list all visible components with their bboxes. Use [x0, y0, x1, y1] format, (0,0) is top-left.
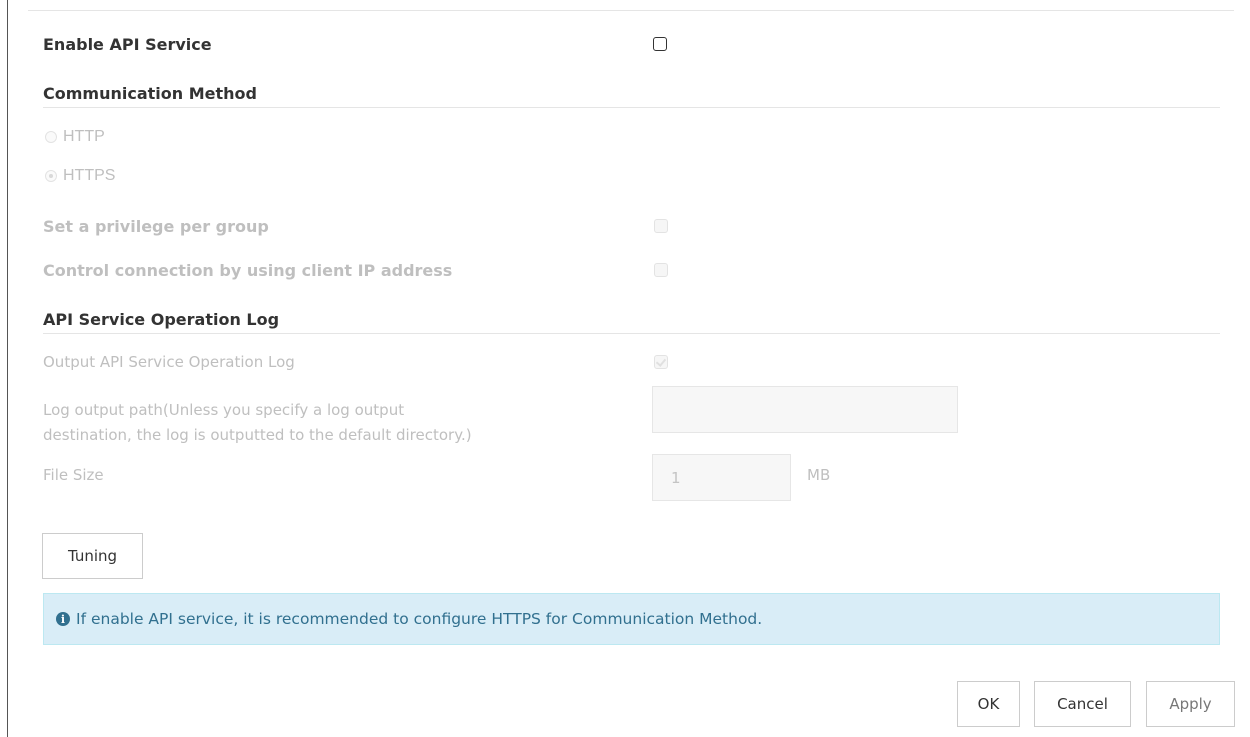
log-output-path-label-line2: destination, the log is outputted to the…	[43, 426, 472, 444]
output-operation-log-label: Output API Service Operation Log	[43, 353, 295, 371]
log-output-path-input[interactable]	[652, 386, 958, 433]
control-connection-label: Control connection by using client IP ad…	[43, 261, 453, 280]
operation-log-divider	[43, 333, 1220, 334]
info-circle-icon: i	[56, 612, 70, 626]
radio-https-label: HTTPS	[63, 167, 116, 184]
privilege-per-group-label: Set a privilege per group	[43, 217, 269, 236]
communication-method-divider	[43, 107, 1220, 108]
file-size-input[interactable]	[652, 454, 791, 501]
file-size-unit: MB	[807, 466, 831, 484]
enable-api-service-checkbox[interactable]	[653, 37, 667, 51]
ok-button[interactable]: OK	[957, 681, 1020, 727]
privilege-per-group-checkbox[interactable]	[654, 219, 668, 233]
top-divider	[28, 10, 1234, 11]
output-operation-log-checkbox[interactable]	[654, 355, 668, 369]
api-service-settings-panel: Enable API Service Communication Method …	[0, 0, 1250, 737]
apply-button[interactable]: Apply	[1146, 681, 1235, 727]
radio-https-button[interactable]	[45, 170, 57, 182]
radio-option-http[interactable]: HTTP	[45, 128, 105, 146]
communication-method-heading: Communication Method	[43, 84, 257, 103]
radio-http-label: HTTP	[63, 128, 105, 145]
radio-http-button[interactable]	[45, 131, 57, 143]
log-output-path-label: Log output path(Unless you specify a log…	[43, 398, 472, 448]
info-alert: i If enable API service, it is recommend…	[43, 593, 1220, 645]
tuning-button[interactable]: Tuning	[42, 533, 143, 579]
info-alert-message: If enable API service, it is recommended…	[76, 610, 763, 628]
panel-left-border	[7, 0, 8, 737]
file-size-label: File Size	[43, 466, 104, 484]
enable-api-service-label: Enable API Service	[43, 35, 212, 54]
operation-log-heading: API Service Operation Log	[43, 310, 280, 329]
radio-option-https[interactable]: HTTPS	[45, 167, 115, 185]
cancel-button[interactable]: Cancel	[1034, 681, 1131, 727]
log-output-path-label-line1: Log output path(Unless you specify a log…	[43, 401, 405, 419]
control-connection-checkbox[interactable]	[654, 263, 668, 277]
